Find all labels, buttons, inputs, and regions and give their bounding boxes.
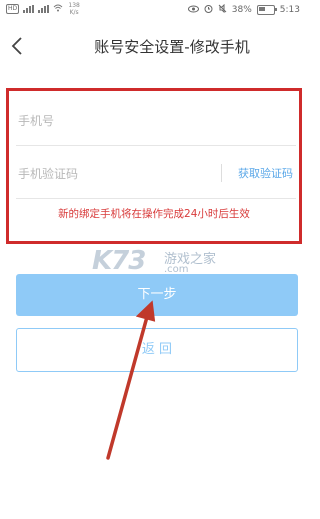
battery-percent: 38% — [231, 5, 252, 15]
header: 账号安全设置-修改手机 — [0, 24, 312, 68]
back-arrow-icon[interactable] — [8, 34, 28, 58]
get-code-button[interactable]: 获取验证码 — [238, 165, 293, 181]
battery-icon — [256, 5, 277, 15]
status-right-icons: 38% 5:13 — [187, 3, 300, 16]
page-title: 账号安全设置-修改手机 — [94, 38, 250, 56]
mute-icon — [218, 3, 227, 16]
status-left-icons: HD 138 K/s — [6, 2, 81, 16]
alarm-icon — [204, 4, 213, 16]
next-step-button[interactable]: 下一步 — [16, 274, 298, 316]
return-button[interactable]: 返 回 — [16, 328, 298, 372]
signal-icon-2 — [38, 5, 50, 13]
hd-icon: HD — [6, 4, 20, 14]
code-field: 获取验证码 — [16, 148, 296, 199]
wifi-icon — [53, 4, 63, 14]
phone-input[interactable] — [16, 105, 220, 137]
eye-icon — [187, 5, 199, 16]
watermark-logo: K73 — [92, 246, 146, 276]
binding-notice: 新的绑定手机将在操作完成24小时后生效 — [58, 208, 250, 220]
verification-code-input[interactable] — [16, 158, 220, 190]
status-bar: HD 138 K/s 38% 5:13 — [0, 0, 312, 20]
network-speed: 138 K/s — [68, 2, 80, 16]
phone-field — [16, 95, 296, 146]
signal-icon — [23, 5, 35, 13]
field-divider — [221, 164, 222, 182]
status-time: 5:13 — [279, 5, 300, 15]
